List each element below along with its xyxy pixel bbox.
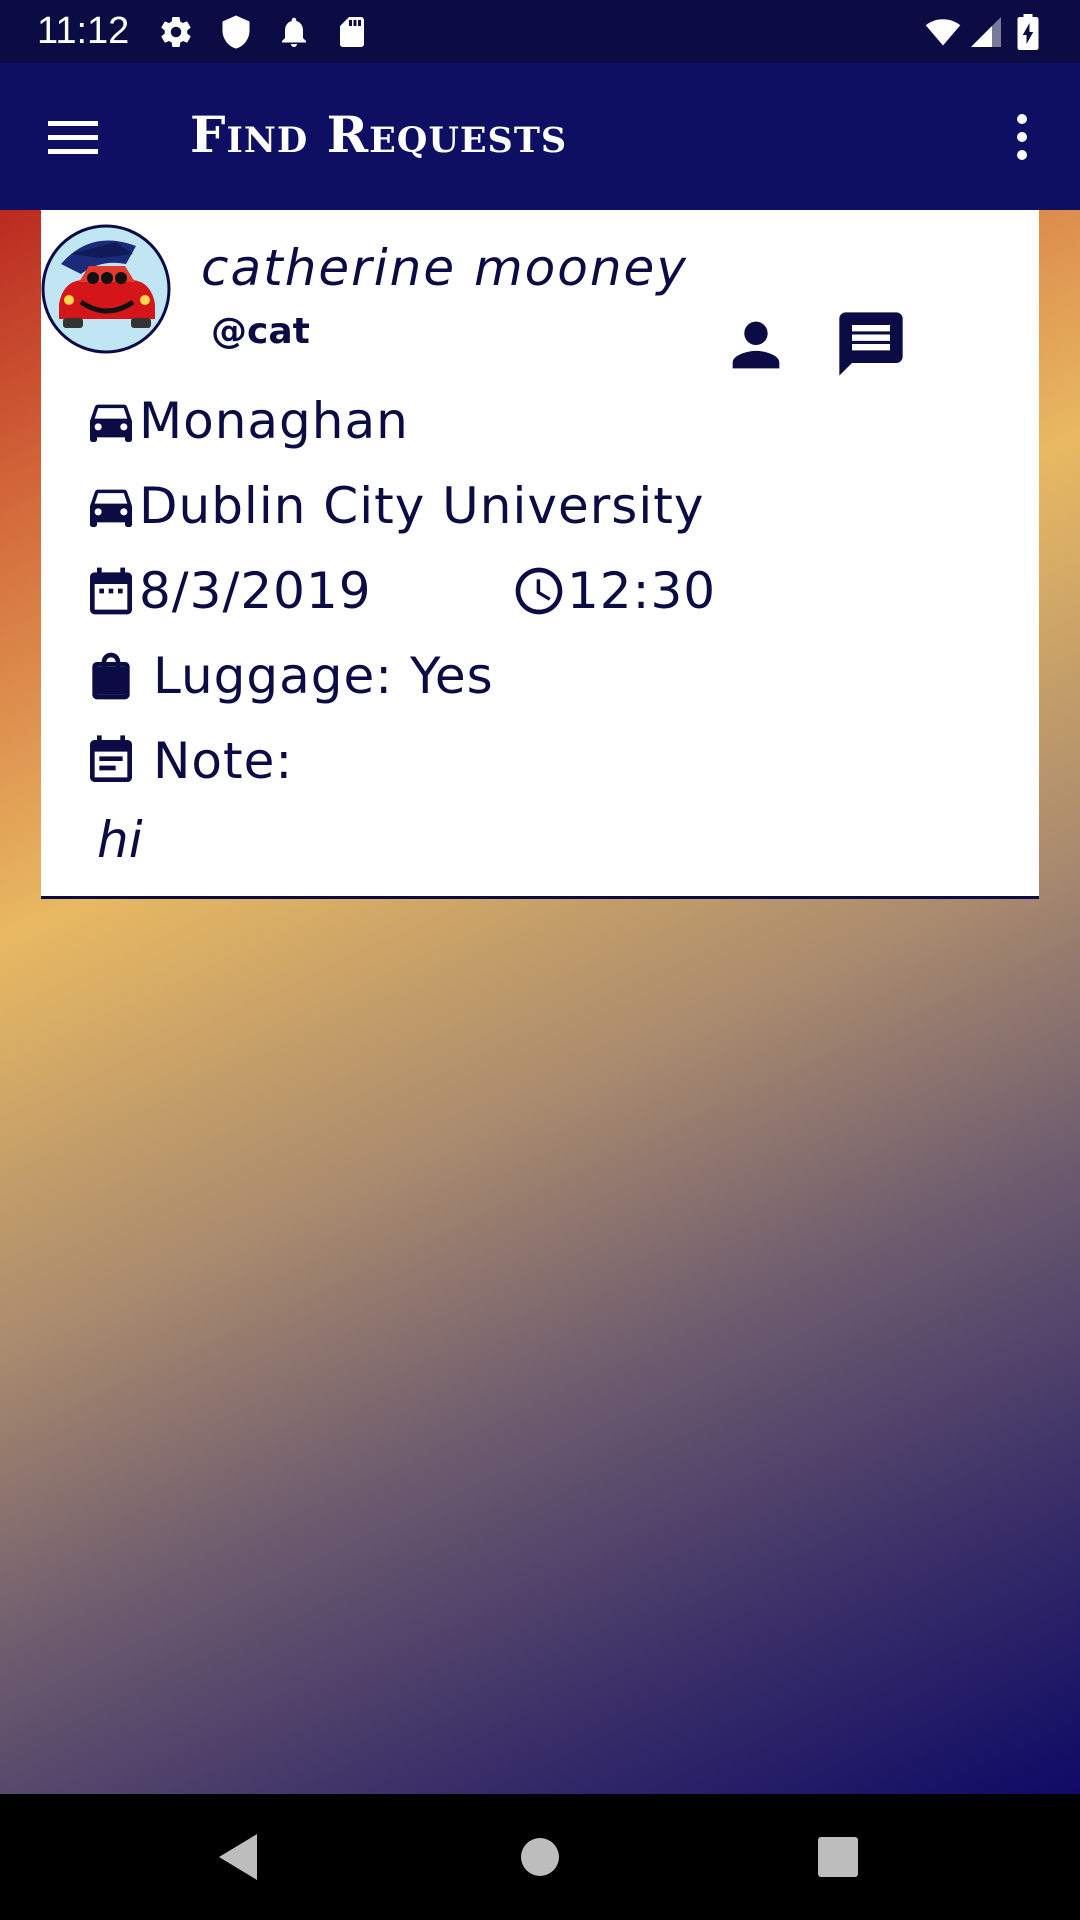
message-icon[interactable]	[833, 306, 909, 382]
wifi-icon	[925, 19, 961, 46]
from-row: Monaghan	[83, 386, 409, 456]
bell-icon	[282, 17, 306, 47]
luggage-row: Luggage: Yes	[83, 641, 494, 711]
battery-charging-icon	[1017, 14, 1039, 50]
home-icon[interactable]	[507, 1824, 573, 1890]
time-row: 12:30	[511, 556, 716, 626]
shield-icon	[222, 15, 250, 49]
avatar[interactable]	[41, 224, 171, 354]
nav-bar	[0, 1794, 1080, 1920]
hamburger-menu-icon[interactable]	[36, 107, 108, 167]
luggage-text: Luggage: Yes	[153, 647, 494, 705]
status-time: 11:12	[37, 10, 130, 52]
trip-date: 8/3/2019	[139, 562, 372, 620]
person-icon[interactable]	[721, 310, 791, 380]
more-vert-icon[interactable]	[1004, 109, 1040, 165]
user-handle: @cat	[211, 311, 310, 352]
note-label: Note:	[153, 732, 294, 790]
page-title: Find Requests	[190, 105, 568, 164]
to-row: Dublin City University	[83, 471, 704, 541]
note-text: hi	[97, 811, 143, 869]
status-bar: 11:12	[0, 0, 1080, 63]
clock-icon	[515, 567, 563, 615]
event-note-icon	[90, 735, 132, 782]
app-bar: Find Requests	[0, 63, 1080, 210]
to-location: Dublin City University	[139, 477, 705, 535]
request-card[interactable]: catherine mooney @cat Monaghan Dublin Ci…	[41, 210, 1039, 899]
user-name: catherine mooney	[201, 239, 688, 297]
calendar-icon	[90, 567, 132, 615]
car-icon	[90, 404, 132, 442]
note-row: Note:	[83, 726, 293, 796]
date-row: 8/3/2019	[83, 556, 372, 626]
signal-icon	[971, 17, 1001, 47]
recents-icon[interactable]	[805, 1824, 871, 1890]
sd-card-icon	[340, 17, 364, 47]
from-location: Monaghan	[139, 392, 409, 450]
back-icon[interactable]	[205, 1824, 271, 1890]
car-icon	[90, 489, 132, 527]
shopping-bag-icon	[92, 652, 130, 700]
trip-time: 12:30	[567, 562, 717, 620]
settings-icon	[161, 17, 191, 48]
